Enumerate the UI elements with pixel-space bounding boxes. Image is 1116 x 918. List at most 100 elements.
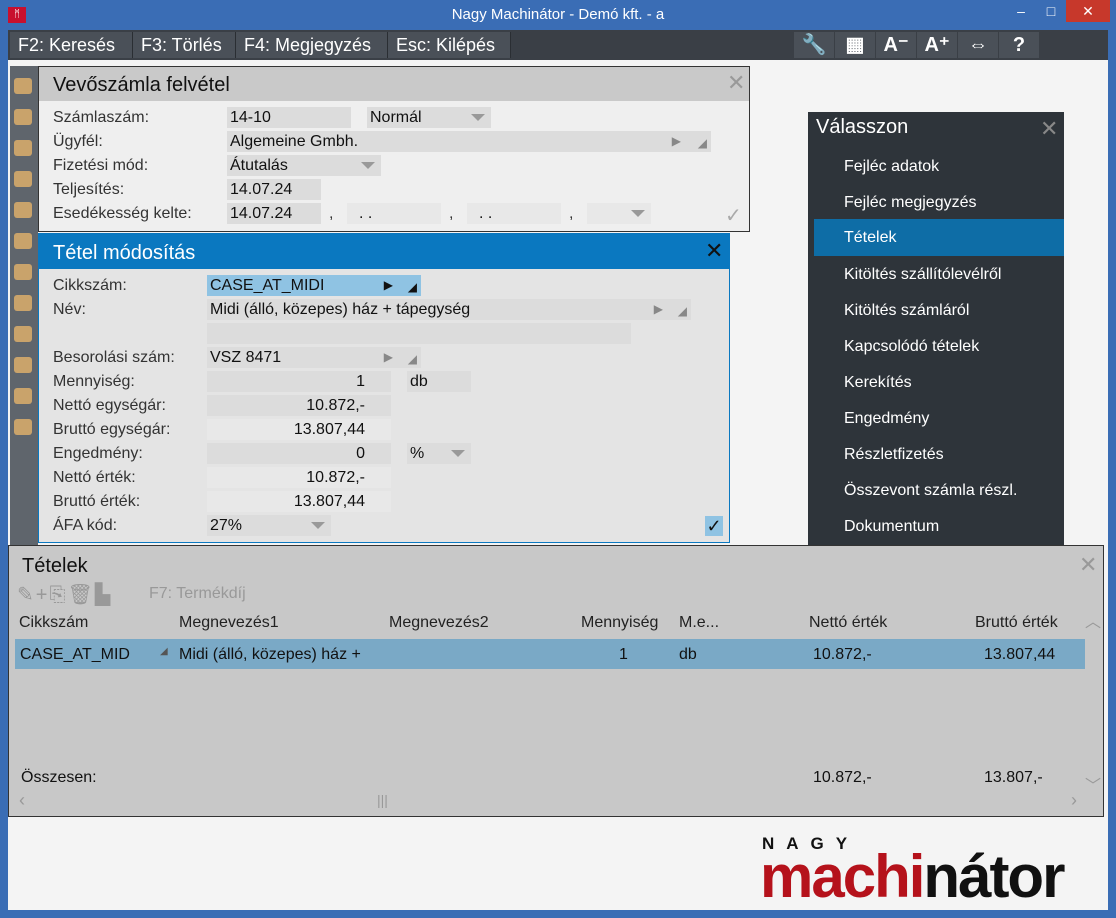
trash-icon[interactable]: 🗑 — [67, 584, 94, 606]
column-header[interactable]: M.e... — [679, 614, 719, 632]
label: Név: — [53, 301, 86, 318]
gross-value-field: 13.807,44 — [207, 491, 391, 512]
product-fee-button[interactable]: F7: Termékdíj — [149, 585, 246, 603]
maximize-button[interactable]: □ — [1036, 0, 1066, 22]
play-icon[interactable]: ▶ — [384, 275, 393, 296]
play-icon[interactable]: ▶ — [384, 347, 393, 368]
date-field-2[interactable]: . . — [347, 203, 441, 224]
label: Nettó érték: — [53, 469, 136, 486]
name-field[interactable]: Midi (álló, közepes) ház + tápegység ▶ ◢ — [207, 299, 691, 320]
module-icon[interactable] — [14, 357, 32, 373]
grid-icon[interactable]: ▦ — [835, 32, 875, 58]
menu-item[interactable]: Összevont számla részl. — [814, 472, 1064, 509]
column-header[interactable]: Megnevezés2 — [389, 614, 489, 632]
confirm-checkmark-icon[interactable]: ✓ — [705, 516, 723, 536]
close-button[interactable]: ✕ — [1066, 0, 1110, 22]
vat-code-select[interactable]: 27% — [207, 515, 331, 536]
sku-field[interactable]: CASE_AT_MIDI ▶ ◢ — [207, 275, 421, 296]
date-select[interactable] — [587, 203, 651, 224]
value: VSZ 8471 — [210, 349, 282, 366]
menu-item[interactable]: Fejléc adatok — [814, 148, 1064, 185]
scrollbar-thumb[interactable]: ||| — [377, 792, 388, 808]
module-icon[interactable] — [14, 264, 32, 280]
column-header[interactable]: Megnevezés1 — [179, 614, 279, 632]
panel-title: Tételek — [22, 555, 88, 577]
font-increase-icon[interactable]: A⁺ — [917, 32, 957, 58]
font-decrease-icon[interactable]: A⁻ — [876, 32, 916, 58]
module-icon[interactable] — [14, 109, 32, 125]
invoice-number-field[interactable]: 14-10 — [227, 107, 351, 128]
separator: , — [329, 205, 334, 222]
scroll-up-icon[interactable]: ︿ — [1085, 608, 1101, 632]
module-icon[interactable] — [14, 171, 32, 187]
name2-field[interactable] — [207, 323, 631, 344]
exit-button[interactable]: Esc: Kilépés — [388, 32, 511, 58]
scroll-right-icon[interactable]: › — [1071, 790, 1077, 811]
search-button[interactable]: F2: Keresés — [10, 32, 133, 58]
menu-item[interactable]: Dokumentum — [814, 508, 1064, 545]
note-button[interactable]: F4: Megjegyzés — [236, 32, 388, 58]
column-header[interactable]: Mennyiség — [581, 614, 658, 632]
module-icon[interactable] — [14, 419, 32, 435]
module-icon[interactable] — [14, 326, 32, 342]
menu-item[interactable]: Részletfizetés — [814, 436, 1064, 473]
play-icon[interactable]: ▶ — [672, 131, 681, 152]
copy-icon[interactable]: ⎘ — [49, 584, 67, 606]
menu-item[interactable]: Kitöltés szállítólevélről — [814, 256, 1064, 293]
close-icon[interactable]: ✕ — [705, 238, 723, 264]
logo-red-text: machi — [760, 843, 925, 910]
net-unit-price-field[interactable]: 10.872,- — [207, 395, 391, 416]
menu-item[interactable]: Kerekítés — [814, 364, 1064, 401]
column-header[interactable]: Cikkszám — [19, 614, 88, 632]
label: Engedmény: — [53, 445, 143, 462]
scroll-left-icon[interactable]: ‹ — [19, 790, 25, 811]
module-icon[interactable] — [14, 78, 32, 94]
customer-field[interactable]: Algemeine Gmbh. ▶ ◢ — [227, 131, 711, 152]
module-icon[interactable] — [14, 233, 32, 249]
discount-unit-select[interactable]: % — [407, 443, 471, 464]
play-icon[interactable]: ▶ — [654, 299, 663, 320]
module-icon[interactable] — [14, 388, 32, 404]
wrench-icon[interactable]: 🔧 — [794, 32, 834, 58]
due-date-field[interactable]: 14.07.24 — [227, 203, 321, 224]
label: Számlaszám: — [53, 109, 150, 126]
add-icon[interactable]: + — [36, 584, 50, 606]
factory-icon[interactable]: ▙ — [95, 584, 112, 606]
selected-value: 27% — [210, 517, 243, 534]
menu-item[interactable]: Kitöltés számláról — [814, 292, 1064, 329]
menu-item[interactable]: Engedmény — [814, 400, 1064, 437]
menu-item[interactable]: Kapcsolódó tételek — [814, 328, 1064, 365]
date-field-3[interactable]: . . — [467, 203, 561, 224]
close-icon[interactable]: ✕ — [727, 70, 745, 96]
menu-item-selected[interactable]: Tételek — [814, 219, 1064, 256]
classification-field[interactable]: VSZ 8471 ▶ ◢ — [207, 347, 421, 368]
column-header[interactable]: Bruttó érték — [975, 614, 1058, 632]
menu-item[interactable]: Fejléc megjegyzés — [814, 184, 1064, 221]
cell-gross: 13.807,44 — [984, 646, 1056, 663]
item-edit-dialog: Tétel módosítás ✕ Cikkszám: Név: Besorol… — [38, 233, 730, 543]
minimize-button[interactable]: – — [1006, 0, 1036, 22]
quantity-field[interactable]: 1 — [207, 371, 391, 392]
payment-method-select[interactable]: Átutalás — [227, 155, 381, 176]
discount-field[interactable]: 0 — [207, 443, 391, 464]
table-row[interactable]: CASE_AT_MID ◢ Midi (álló, közepes) ház +… — [15, 639, 1085, 669]
close-icon[interactable]: ✕ — [1040, 116, 1058, 142]
fulfillment-date-field[interactable]: 14.07.24 — [227, 179, 321, 200]
module-icon[interactable] — [14, 202, 32, 218]
resize-icon[interactable]: ⇔ — [958, 32, 998, 58]
unit-field[interactable]: db — [407, 371, 471, 392]
left-icon-bar — [10, 66, 38, 546]
delete-button[interactable]: F3: Törlés — [133, 32, 236, 58]
scroll-down-icon[interactable]: ﹀ — [1085, 772, 1101, 796]
module-icon[interactable] — [14, 295, 32, 311]
total-label: Összesen: — [21, 769, 97, 786]
checkmark-icon[interactable]: ✓ — [725, 203, 742, 228]
column-header[interactable]: Nettó érték — [809, 614, 887, 632]
help-icon[interactable]: ? — [999, 32, 1039, 58]
module-icon[interactable] — [14, 140, 32, 156]
close-icon[interactable]: ✕ — [1079, 552, 1097, 578]
edit-icon[interactable]: ✎ — [17, 584, 36, 606]
chevron-down-icon — [311, 522, 325, 529]
gross-unit-price-field[interactable]: 13.807,44 — [207, 419, 391, 440]
invoice-type-select[interactable]: Normál — [367, 107, 491, 128]
